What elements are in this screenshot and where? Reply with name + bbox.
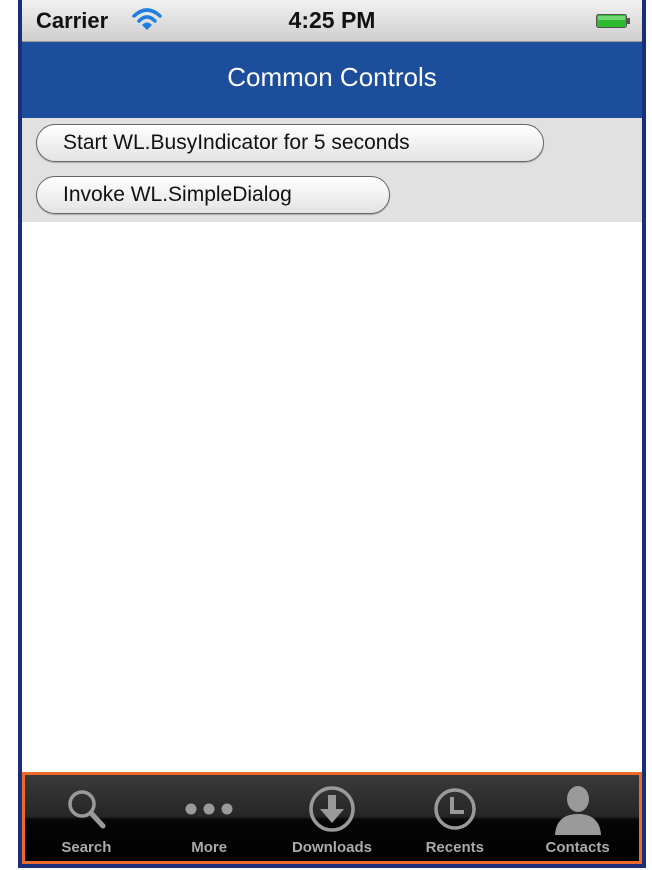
- tab-label: Contacts: [545, 839, 610, 856]
- tab-search[interactable]: Search: [25, 775, 148, 861]
- more-icon: [181, 783, 237, 835]
- clock-icon: [427, 783, 483, 835]
- contact-icon: [550, 783, 606, 835]
- tab-more[interactable]: More: [148, 775, 271, 861]
- tab-label: Downloads: [291, 839, 372, 856]
- app-frame: Carrier 4:25 PM Common Controls Start WL…: [18, 0, 646, 868]
- invoke-simple-dialog-button[interactable]: Invoke WL.SimpleDialog: [36, 176, 390, 214]
- tab-bar: Search More Downloads Recents Contacts: [22, 772, 642, 864]
- start-busy-indicator-button[interactable]: Start WL.BusyIndicator for 5 seconds: [36, 124, 544, 162]
- tab-recents[interactable]: Recents: [393, 775, 516, 861]
- tab-contacts[interactable]: Contacts: [516, 775, 639, 861]
- tab-label: Recents: [425, 839, 484, 856]
- page-title: Common Controls: [227, 61, 437, 92]
- status-time: 4:25 PM: [288, 7, 376, 33]
- battery-icon: [596, 14, 630, 28]
- tab-label: More: [191, 839, 228, 856]
- tab-downloads[interactable]: Downloads: [271, 775, 394, 861]
- controls-panel: Start WL.BusyIndicator for 5 seconds Inv…: [22, 118, 642, 222]
- tab-label: Search: [61, 839, 112, 856]
- search-icon: [58, 783, 114, 835]
- download-icon: [304, 783, 360, 835]
- status-bar: Carrier 4:25 PM: [22, 0, 642, 42]
- header-bar: Common Controls: [22, 42, 642, 118]
